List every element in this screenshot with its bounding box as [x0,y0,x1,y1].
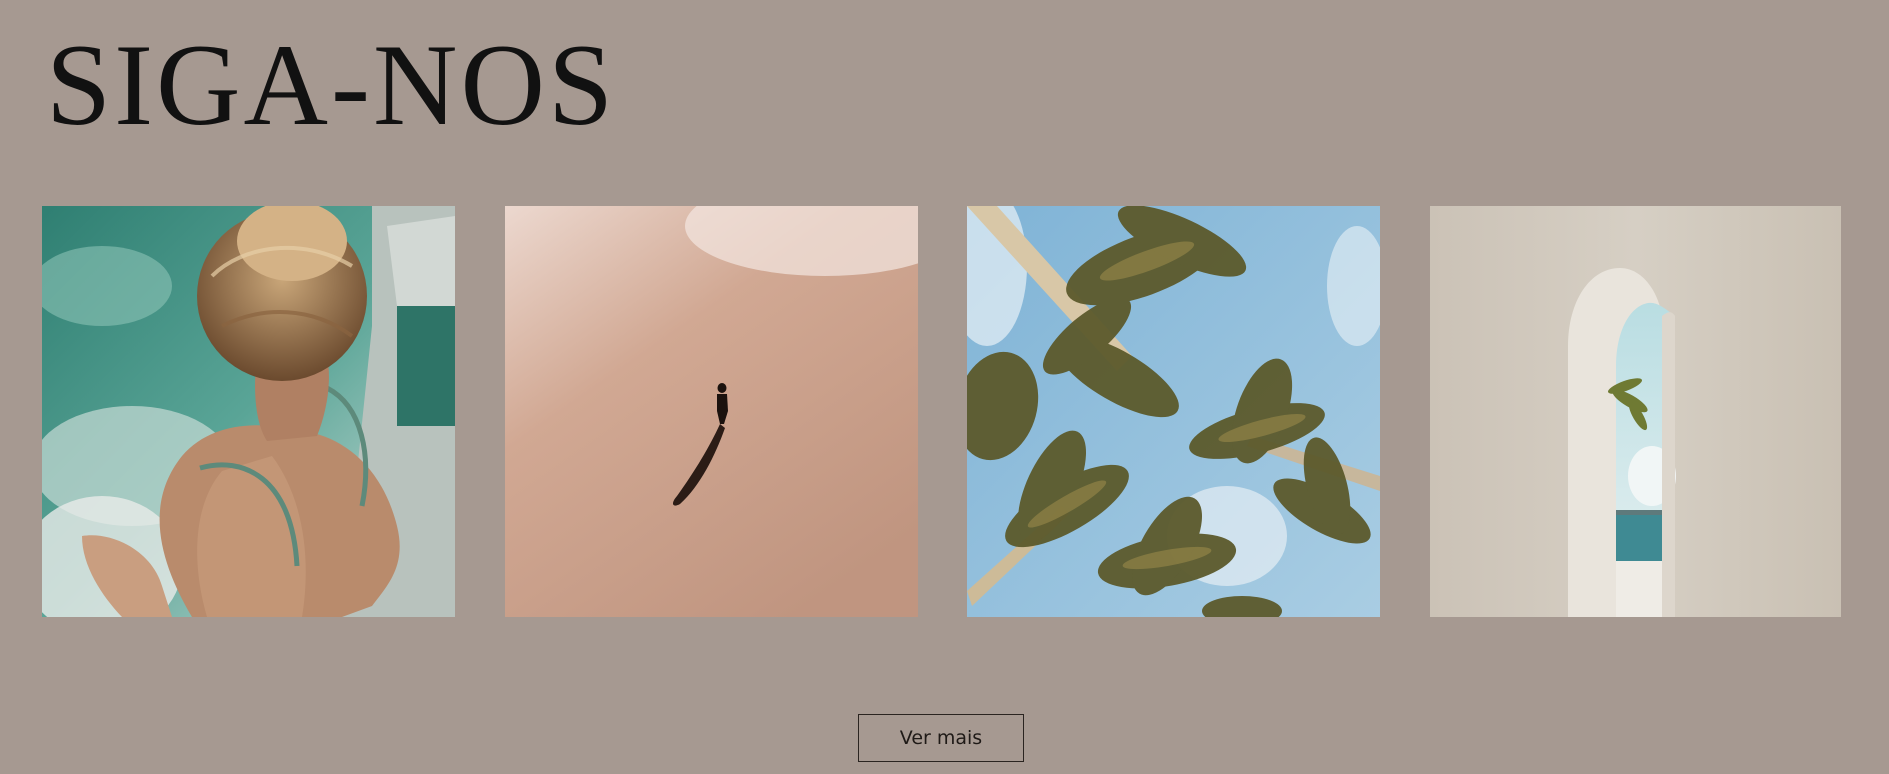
person-on-beach-photo [505,206,918,617]
gallery-photo-3[interactable] [967,206,1380,617]
gallery-photo-2[interactable] [505,206,918,617]
see-more-button[interactable]: Ver mais [858,714,1024,762]
gallery-photo-1[interactable] [42,206,455,617]
gallery-photo-4[interactable] [1430,206,1841,617]
archway-sea-view-photo [1430,206,1841,617]
palm-trees-sky-photo [967,206,1380,617]
page-title: SIGA-NOS [46,21,617,150]
instagram-gallery [42,206,1842,617]
woman-in-pool-photo [42,206,455,617]
